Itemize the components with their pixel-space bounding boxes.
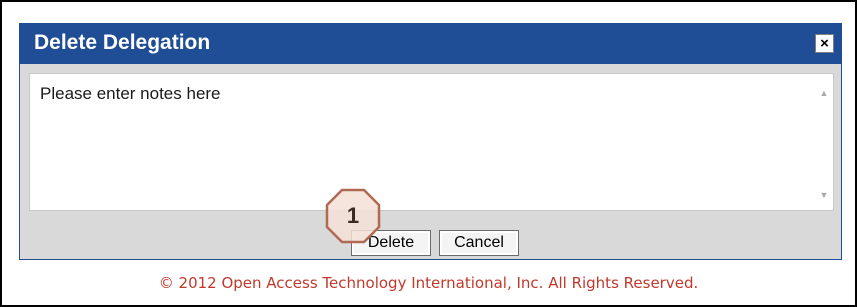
close-icon: × [820, 35, 829, 52]
dialog-titlebar: Delete Delegation × [20, 24, 841, 64]
notes-scrollbar[interactable]: ▲ ▼ [815, 74, 833, 210]
delete-delegation-dialog: Delete Delegation × Please enter notes h… [19, 23, 842, 260]
screenshot-frame: Delete Delegation × Please enter notes h… [0, 0, 857, 307]
scroll-down-arrow-icon[interactable]: ▼ [815, 186, 833, 204]
notes-textarea[interactable]: Please enter notes here [30, 74, 815, 210]
dialog-title: Delete Delegation [34, 31, 211, 54]
close-button[interactable]: × [815, 34, 834, 53]
notes-field-container: Please enter notes here ▲ ▼ [29, 73, 834, 211]
step-callout-marker: 1 [324, 187, 382, 245]
scroll-up-arrow-icon[interactable]: ▲ [815, 84, 833, 102]
copyright-notice: © 2012 Open Access Technology Internatio… [158, 274, 699, 292]
step-number: 1 [346, 203, 360, 228]
cancel-button[interactable]: Cancel [439, 230, 519, 256]
